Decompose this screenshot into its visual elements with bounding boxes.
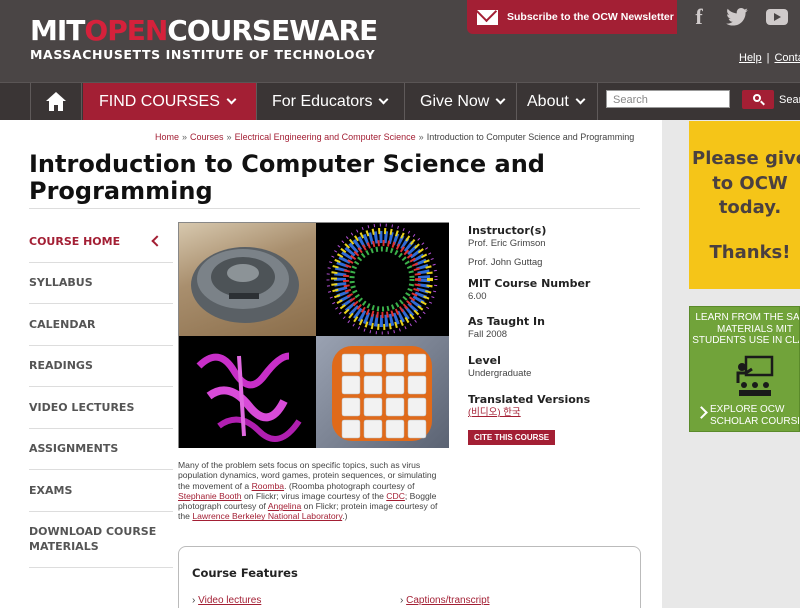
donate-promo[interactable]: Please give to OCW today. Thanks! (689, 121, 800, 289)
video-lectures-link[interactable]: Video lectures (198, 595, 261, 606)
search-input[interactable]: Search (606, 90, 730, 108)
promo-text: Please give to OCW today. (692, 148, 800, 218)
nav-about[interactable]: About (517, 83, 598, 120)
site-header: MITOPENCOURSEWARE MASSACHUSETTS INSTITUT… (0, 0, 800, 82)
logo-subtitle: MASSACHUSETTS INSTITUTE OF TECHNOLOGY (30, 47, 376, 62)
cite-course-button[interactable]: CITE THIS COURSE (468, 430, 556, 445)
breadcrumb: Home» Courses» Electrical Engineering and … (155, 132, 635, 142)
course-features-box: Course Features › Video lectures › Capti… (178, 546, 641, 608)
chevron-down-icon (495, 94, 506, 105)
search-button[interactable] (742, 90, 774, 109)
page-title: Introduction to Computer Science and Pro… (29, 150, 545, 205)
feature-item: › Captions/transcript (400, 595, 490, 606)
breadcrumb-current: Introduction to Computer Science and Pro… (426, 132, 635, 142)
course-features-title: Course Features (192, 566, 298, 580)
roomba-image (179, 223, 316, 336)
cdc-link[interactable]: CDC (386, 491, 405, 501)
feature-item: › Video lectures (192, 595, 262, 606)
chevron-down-icon (379, 94, 389, 105)
subscribe-newsletter-button[interactable]: Subscribe to the OCW Newsletter (467, 0, 677, 34)
translated-heading: Translated Versions (468, 393, 591, 406)
top-links: Help|Conta (739, 52, 800, 64)
chevron-left-icon (151, 235, 163, 247)
sidebar-item-video-lectures[interactable]: VIDEO LECTURES (29, 387, 173, 429)
title-divider (29, 208, 640, 209)
classroom-icon (736, 355, 774, 396)
course-sidebar-nav: COURSE HOME SYLLABUS CALENDAR READINGS V… (29, 221, 173, 568)
youtube-icon[interactable] (758, 0, 796, 34)
envelope-icon (477, 9, 498, 25)
facebook-icon[interactable]: f (680, 0, 718, 34)
instructor-name: Prof. Eric Grimson (468, 238, 546, 249)
course-info: Instructor(s) Prof. Eric Grimson Prof. J… (468, 224, 658, 445)
ocw-logo[interactable]: MITOPENCOURSEWARE MASSACHUSETTS INSTITUT… (30, 14, 378, 63)
boggle-image (316, 336, 449, 448)
taught-heading: As Taught In (468, 315, 545, 328)
sidebar-item-course-home[interactable]: COURSE HOME (29, 221, 173, 263)
breadcrumb-courses[interactable]: Courses (190, 132, 224, 142)
ocw-scholar-promo[interactable]: LEARN FROM THE SAME MATERIALS MIT STUDEN… (689, 306, 800, 432)
level-heading: Level (468, 354, 501, 367)
course-number-heading: MIT Course Number (468, 277, 591, 290)
sidebar-item-calendar[interactable]: CALENDAR (29, 304, 173, 346)
sidebar-item-readings[interactable]: READINGS (29, 346, 173, 387)
promo-thanks: Thanks! (709, 242, 791, 263)
twitter-icon[interactable] (718, 0, 756, 34)
taught-term: Fall 2008 (468, 329, 508, 340)
home-button[interactable] (30, 83, 82, 120)
chevron-down-icon (226, 94, 237, 105)
translated-link[interactable]: (비디오) 한국 (468, 407, 521, 418)
image-caption: Many of the problem sets focus on specif… (178, 460, 438, 522)
virus-image (316, 223, 449, 336)
sidebar-item-assignments[interactable]: ASSIGNMENTS (29, 429, 173, 470)
level-value: Undergraduate (468, 368, 532, 379)
nav-find-courses[interactable]: FIND COURSES (83, 83, 257, 120)
explore-text: EXPLORE OCW SCHOLAR COURSES (710, 404, 799, 427)
angelina-link[interactable]: Angelina (268, 501, 301, 511)
learn-text: LEARN FROM THE SAME MATERIALS MIT STUDEN… (692, 312, 800, 346)
protein-image (179, 336, 316, 448)
captions-transcript-link[interactable]: Captions/transcript (406, 595, 489, 606)
sidebar-item-exams[interactable]: EXAMS (29, 470, 173, 512)
contact-link[interactable]: Conta (774, 52, 800, 64)
logo-wordmark: MITOPENCOURSEWARE (30, 14, 378, 47)
instructor-name: Prof. John Guttag (468, 257, 543, 268)
nav-give-now[interactable]: Give Now (405, 83, 517, 120)
help-link[interactable]: Help (739, 52, 762, 64)
lbnl-link[interactable]: Lawrence Berkeley National Laboratory (192, 511, 342, 521)
nav-for-educators[interactable]: For Educators (257, 83, 405, 120)
course-number: 6.00 (468, 291, 487, 302)
breadcrumb-home[interactable]: Home (155, 132, 179, 142)
sidebar-item-download[interactable]: DOWNLOAD COURSE MATERIALS (29, 512, 173, 568)
search-label: Sear (779, 94, 800, 106)
course-image (178, 222, 449, 448)
sidebar-item-syllabus[interactable]: SYLLABUS (29, 263, 173, 304)
stephanie-booth-link[interactable]: Stephanie Booth (178, 491, 242, 501)
roomba-link[interactable]: Roomba (252, 481, 284, 491)
instructors-heading: Instructor(s) (468, 224, 547, 237)
breadcrumb-department[interactable]: Electrical Engineering and Computer Scie… (235, 132, 416, 142)
chevron-down-icon (575, 94, 586, 105)
home-icon (45, 91, 67, 112)
chevron-right-icon (695, 406, 708, 419)
